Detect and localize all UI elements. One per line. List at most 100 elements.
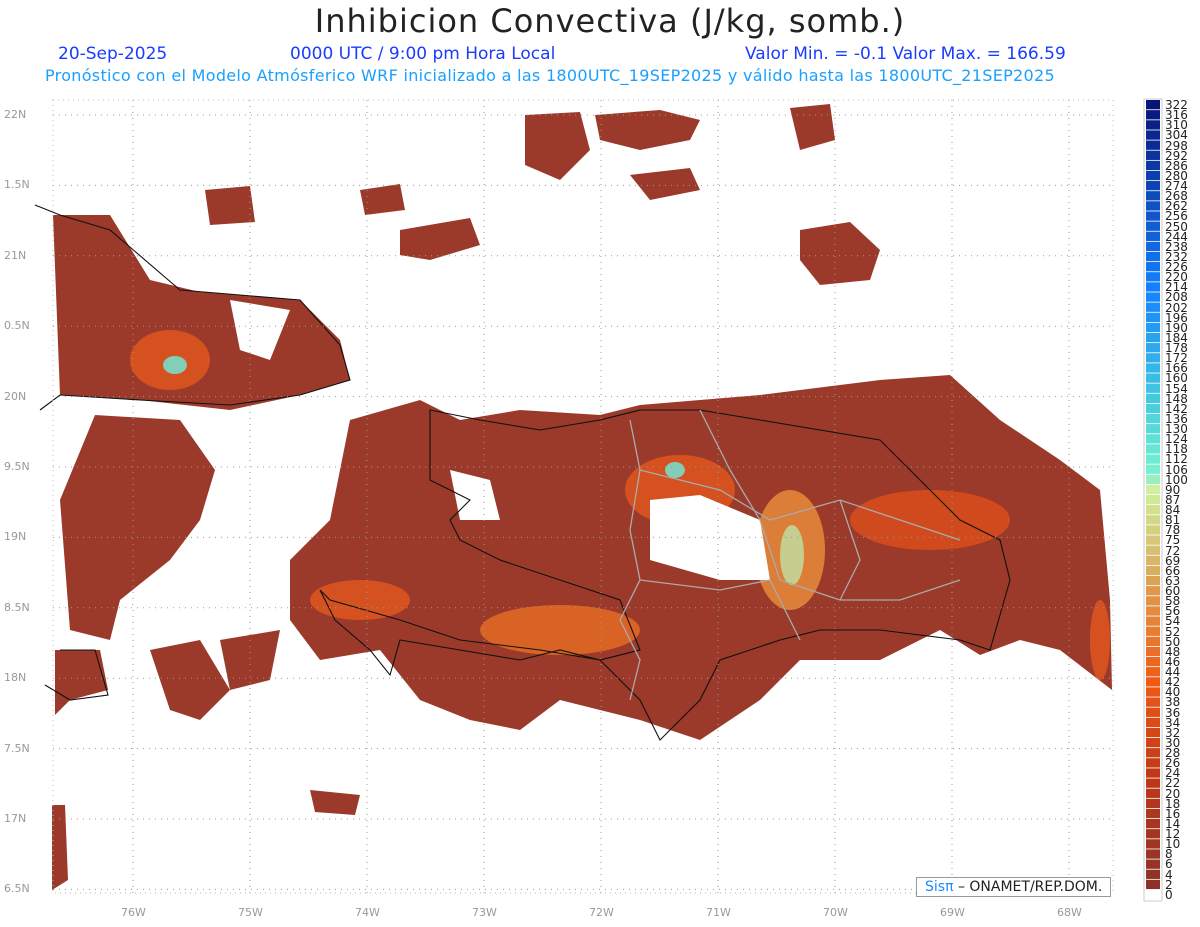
colorbar-swatch [1146,221,1160,231]
colorbar-swatch [1146,586,1160,596]
colorbar-swatch [1146,505,1160,515]
colorbar-swatch [1146,849,1160,859]
colorbar-swatch [1146,596,1160,606]
colorbar-swatch [1146,160,1160,171]
colorbar-swatch [1146,312,1160,322]
islet-e [220,630,280,690]
colorbar-swatch [1146,515,1160,525]
colorbar-swatch [1146,697,1160,707]
lat-label: 22N [4,108,27,121]
colorbar-swatch [1146,251,1160,262]
colorbar-swatch [1146,727,1160,738]
islet-d [55,650,108,715]
islet-a [205,186,255,225]
colorbar-swatch [1146,525,1160,535]
colorbar-swatch [1146,707,1160,717]
bahamas-4 [800,222,880,285]
colorbar-swatch [1146,353,1160,363]
lon-label: 68W [1057,906,1082,919]
colorbar-swatch [1146,413,1160,424]
lat-label: 7.5N [4,741,30,755]
colorbar-swatch [1146,474,1160,485]
colorbar-swatch [1146,565,1160,576]
lat-label: 6.5N [4,882,30,896]
colorbar-swatch [1146,140,1160,150]
colorbar-swatch [1146,717,1160,728]
colorbar-swatch [1146,768,1160,778]
colorbar-swatch [1146,383,1160,393]
cuba-region [53,215,350,410]
colorbar-swatch [1146,110,1160,120]
colorbar-swatch [1146,687,1160,697]
colorbar-swatch [1146,120,1160,130]
credit-brand: Sisπ [925,879,954,895]
colorbar-swatch [1146,272,1160,282]
colorbar-swatch [1146,626,1160,636]
islet-g [310,790,360,815]
bahamas-5 [400,218,480,260]
islet-c [150,640,230,720]
lon-label: 74W [355,906,380,919]
lon-label: 76W [121,906,146,919]
lon-label: 75W [238,906,263,919]
colorbar-swatch [1146,332,1160,343]
colorbar-swatch [1146,889,1160,900]
colorbar-swatch [1146,616,1160,626]
lon-label: 70W [823,906,848,919]
bahamas-2 [595,110,700,150]
bahamas-6 [630,168,700,200]
colorbar-swatch [1146,464,1160,474]
colorbar-swatch [1146,545,1160,555]
lat-label: 21N [4,248,27,262]
colorbar-label: 0 [1165,887,1173,902]
colorbar-swatch [1146,636,1160,647]
lon-label: 69W [940,906,965,919]
colorbar-swatch [1146,839,1160,849]
colorbar-swatch [1146,100,1160,110]
colorbar-swatch [1146,829,1160,839]
colorbar-swatch [1146,322,1160,333]
colorbar [1143,98,1163,902]
lat-label: 1.5N [4,178,30,192]
lat-label: 9.5N [4,460,30,473]
colorbar-swatch [1146,262,1160,272]
colorbar-swatch [1146,130,1160,140]
lon-label: 71W [706,906,731,919]
colorbar-swatch [1146,150,1160,160]
colorbar-swatch [1146,292,1160,302]
credit-box: Sisπ – ONAMET/REP.DOM. [916,877,1112,897]
colorbar-swatch [1146,798,1160,809]
colorbar-swatch [1146,869,1160,879]
lat-label: 19N [4,530,27,544]
colorbar-swatch [1146,667,1160,677]
colorbar-swatch [1146,575,1160,586]
colorbar-swatch [1146,343,1160,353]
bahamas-3 [790,104,835,150]
lat-label: 17N [4,812,27,825]
lat-label: 20N [4,389,27,403]
colorbar-swatch [1146,170,1160,181]
colorbar-swatch [1146,494,1160,505]
colorbar-swatch [1146,656,1160,667]
colorbar-swatch [1146,191,1160,201]
bahamas-1 [525,112,590,180]
colorbar-swatch [1146,606,1160,616]
colorbar-swatch [1146,737,1160,748]
lat-label: 18N [4,671,27,685]
colorbar-swatch [1146,484,1160,495]
colorbar-swatch [1146,282,1160,292]
lon-label: 72W [589,906,614,919]
colorbar-swatch [1146,241,1160,252]
colorbar-swatch [1146,201,1160,211]
colorbar-swatch [1146,393,1160,403]
colorbar-swatch [1146,181,1160,191]
islet-b [360,184,405,215]
colorbar-swatch [1146,424,1160,434]
colorbar-swatch [1146,444,1160,454]
colorbar-swatch [1146,403,1160,414]
colorbar-swatch [1146,818,1160,829]
colorbar-swatch [1146,808,1160,819]
colorbar-swatch [1146,211,1160,221]
colorbar-swatch [1146,859,1160,869]
colorbar-swatch [1146,748,1160,758]
